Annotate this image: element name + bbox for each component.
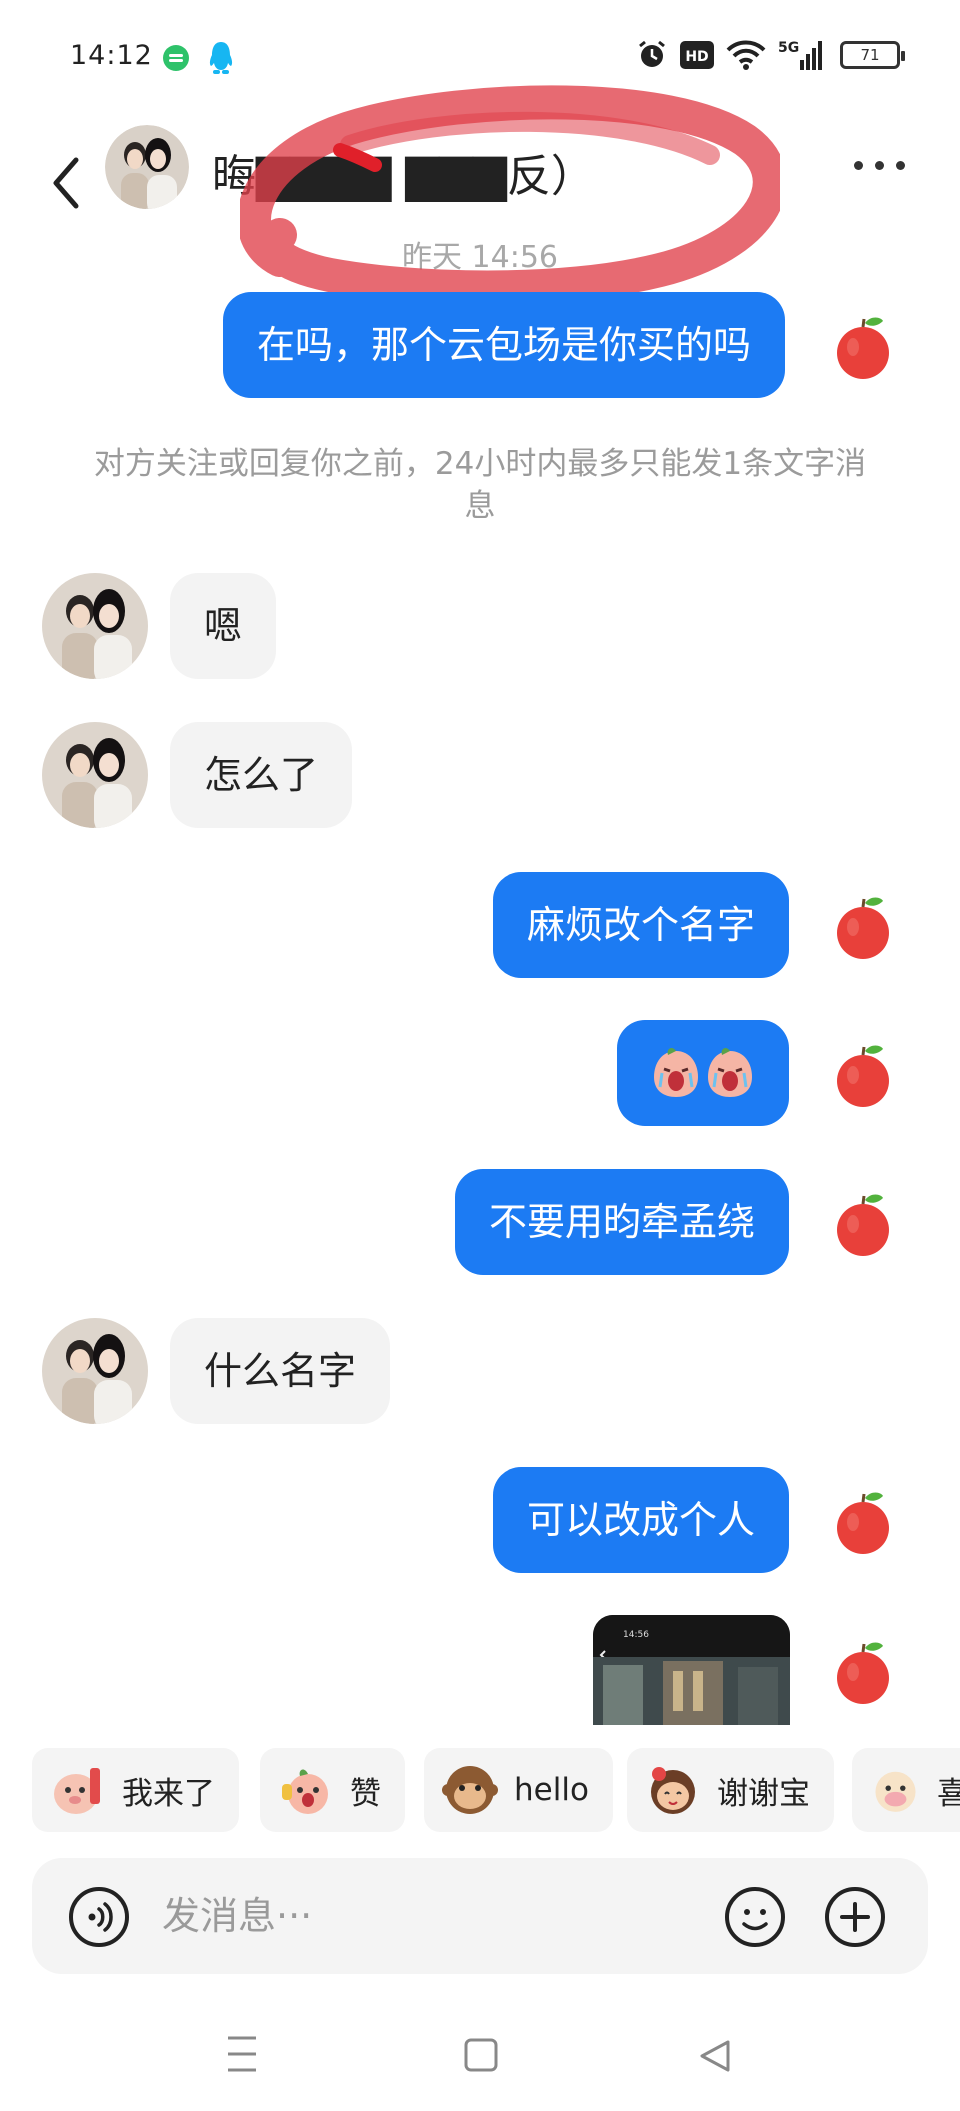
quick-reply-label: 谢谢宝 [717,1775,810,1812]
network-label: 5G [778,40,799,56]
alarm-icon [639,40,665,67]
apple-avatar-icon[interactable] [831,1041,895,1107]
hd-icon: HD [680,41,714,69]
message-limit-notice: 对方关注或回复你之前，24小时内最多只能发1条文字消息 [93,446,867,524]
quick-reply-label: 我来了 [122,1775,215,1812]
apple-avatar-icon[interactable] [831,1638,895,1704]
message-input[interactable] [162,1880,722,1952]
apple-avatar-icon[interactable] [831,1488,895,1554]
thank-you-girl-sticker-icon [651,1767,695,1814]
monkey-sticker-icon [442,1766,498,1814]
battery-icon: 71 [840,41,905,69]
quick-reply-label: 赞 [350,1775,381,1812]
message-input-bar [32,1858,928,1974]
emoji-icon[interactable] [724,1886,786,1948]
quick-reply-chip[interactable]: 喜 [852,1748,960,1832]
contact-message-avatar[interactable] [42,722,148,828]
outgoing-message[interactable]: 可以改成个人 [492,1467,789,1573]
quick-reply-label: 喜 [937,1775,960,1812]
message-timestamp: 昨天 14:56 [402,240,558,275]
crying-peach-sticker-icon [654,1048,698,1097]
voice-input-icon[interactable] [68,1886,130,1948]
signal-5g-icon: 5G [778,40,822,70]
quick-reply-chip[interactable]: 赞 [260,1748,405,1832]
status-time: 14:12 [70,40,153,71]
incoming-message[interactable]: 什么名字 [170,1318,391,1424]
apple-avatar-icon[interactable] [831,893,895,959]
outgoing-message[interactable]: 在吗，那个云包场是你买的吗 [222,292,785,398]
status-icons: HD 5G 71 [636,38,905,72]
apple-avatar-icon[interactable] [831,313,895,379]
status-bar: 14:12 HD 5G 71 [0,0,960,118]
happy-pig-sticker-icon [875,1771,916,1812]
contact-message-avatar[interactable] [42,573,148,679]
apple-avatar-icon[interactable] [831,1190,895,1256]
svg-text:14:56: 14:56 [623,1630,649,1640]
sticker-message[interactable] [617,1020,789,1126]
outgoing-message[interactable]: 不要用昀牵孟绕 [454,1169,789,1275]
contact-name: 晦▇▇▇▇ ▇▇▇反） [212,151,595,202]
crying-peach-sticker-icon [708,1048,752,1097]
thumbs-up-peach-sticker-icon [282,1769,328,1814]
menu-nav-icon[interactable] [228,2036,256,2072]
quick-reply-label: hello [514,1772,589,1808]
more-options-button[interactable] [850,148,910,182]
quick-reply-row: 我来了 赞 hello 谢谢宝 喜 [0,1748,960,1834]
contact-message-avatar[interactable] [42,1318,148,1424]
waving-pig-sticker-icon [54,1768,100,1814]
message-app-icon [163,45,189,71]
wifi-icon [726,40,766,70]
incoming-message[interactable]: 怎么了 [170,722,353,828]
contact-avatar[interactable] [105,125,189,209]
system-navigation-bar [228,2036,730,2072]
quick-reply-chip[interactable]: 我来了 [32,1748,239,1832]
back-nav-icon[interactable] [700,2040,730,2072]
incoming-message[interactable]: 嗯 [170,573,277,679]
quick-reply-chip[interactable]: 谢谢宝 [627,1748,834,1832]
back-arrow-icon[interactable] [40,138,90,228]
battery-level: 71 [860,46,880,64]
screenshot-thumbnail-image[interactable]: 14:56 [593,1615,790,1725]
home-nav-icon[interactable] [464,2038,498,2072]
quick-reply-chip[interactable]: hello [424,1748,613,1832]
add-attachment-icon[interactable] [824,1886,886,1948]
hd-label: HD [685,49,708,65]
qq-penguin-icon [209,42,233,74]
outgoing-message[interactable]: 麻烦改个名字 [492,872,789,978]
